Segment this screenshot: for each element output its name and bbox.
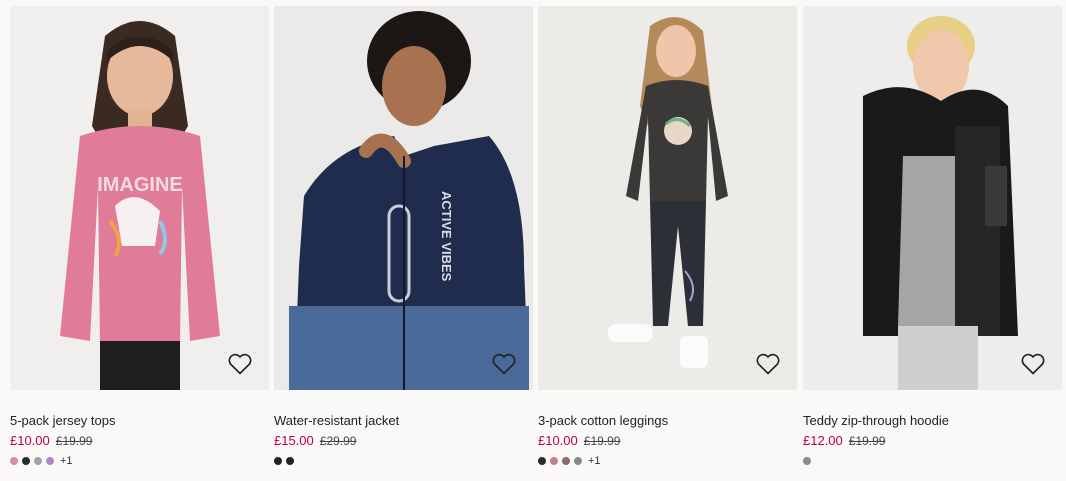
favourite-heart-icon[interactable] — [491, 352, 517, 376]
color-swatch[interactable] — [274, 457, 282, 465]
color-swatches — [803, 455, 1062, 467]
color-swatch[interactable] — [286, 457, 294, 465]
color-swatch[interactable] — [10, 457, 18, 465]
product-prices: £10.00 £19.99 — [538, 432, 797, 450]
color-swatch[interactable] — [550, 457, 558, 465]
color-swatch[interactable] — [22, 457, 30, 465]
sale-price: £15.00 — [274, 433, 314, 448]
product-photo: IMAGINE — [10, 6, 269, 390]
color-swatch[interactable] — [46, 457, 54, 465]
product-name[interactable]: 3-pack cotton leggings — [538, 413, 797, 429]
favourite-heart-icon[interactable] — [755, 352, 781, 376]
svg-text:ACTIVE VIBES: ACTIVE VIBES — [439, 191, 454, 282]
product-name[interactable]: 5-pack jersey tops — [10, 413, 269, 429]
color-swatch[interactable] — [34, 457, 42, 465]
product-card[interactable]: Teddy zip-through hoodie £12.00 £19.99 — [803, 6, 1062, 467]
original-price: £19.99 — [55, 434, 93, 448]
product-grid: IMAGINE 5-pack jersey tops £10.00 £19.99 … — [0, 0, 1066, 481]
color-swatches: +1 — [10, 455, 269, 467]
product-photo: ACTIVE VIBES — [274, 6, 533, 390]
color-swatch[interactable] — [538, 457, 546, 465]
product-card[interactable]: 3-pack cotton leggings £10.00 £19.99 +1 — [538, 6, 797, 467]
color-swatches — [274, 455, 533, 467]
original-price: £19.99 — [848, 434, 886, 448]
product-image[interactable] — [803, 6, 1062, 390]
product-image[interactable]: ACTIVE VIBES — [274, 6, 533, 390]
original-price: £29.99 — [319, 434, 357, 448]
product-image[interactable]: IMAGINE — [10, 6, 269, 390]
color-swatches: +1 — [538, 455, 797, 467]
svg-text:IMAGINE: IMAGINE — [97, 174, 183, 196]
more-colors-count[interactable]: +1 — [60, 455, 73, 467]
product-prices: £10.00 £19.99 — [10, 432, 269, 450]
original-price: £19.99 — [583, 434, 621, 448]
product-prices: £15.00 £29.99 — [274, 432, 533, 450]
color-swatch[interactable] — [803, 457, 811, 465]
product-photo — [803, 6, 1062, 390]
favourite-heart-icon[interactable] — [227, 352, 253, 376]
sale-price: £10.00 — [538, 433, 578, 448]
product-image[interactable] — [538, 6, 797, 390]
product-prices: £12.00 £19.99 — [803, 432, 1062, 450]
product-name[interactable]: Water-resistant jacket — [274, 413, 533, 429]
product-name[interactable]: Teddy zip-through hoodie — [803, 413, 1062, 429]
color-swatch[interactable] — [574, 457, 582, 465]
product-card[interactable]: ACTIVE VIBES Water-resistant jacket £15.… — [274, 6, 533, 467]
color-swatch[interactable] — [562, 457, 570, 465]
product-card[interactable]: IMAGINE 5-pack jersey tops £10.00 £19.99 … — [10, 6, 269, 467]
product-photo — [538, 6, 797, 390]
sale-price: £12.00 — [803, 433, 843, 448]
more-colors-count[interactable]: +1 — [588, 455, 601, 467]
sale-price: £10.00 — [10, 433, 50, 448]
favourite-heart-icon[interactable] — [1020, 352, 1046, 376]
